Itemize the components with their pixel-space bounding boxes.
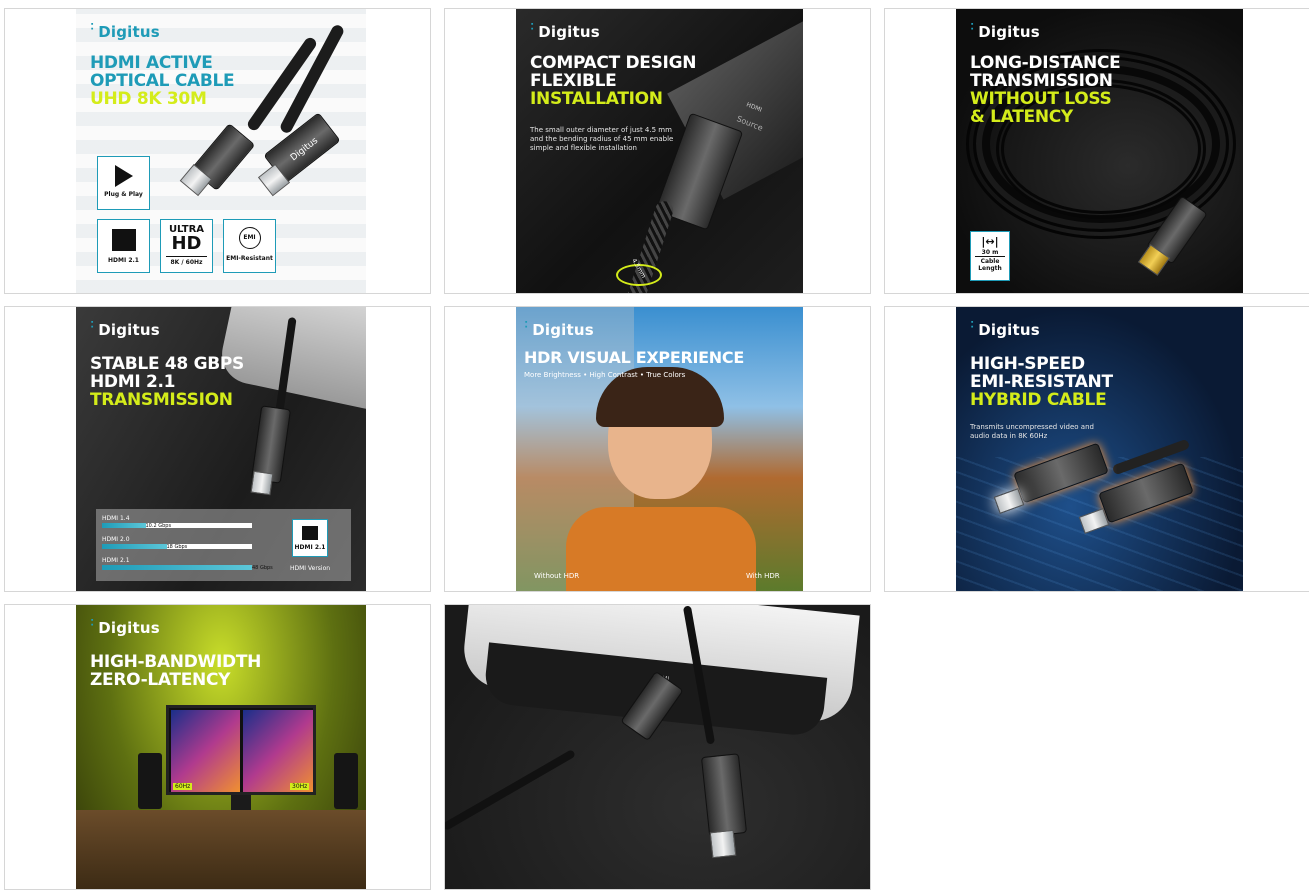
product-image-tile-6[interactable]: ⠅Digitus HIGH-SPEED EMI-RESISTANT HYBRID… bbox=[884, 306, 1309, 592]
product-image-8: HDMI bbox=[445, 605, 870, 889]
headline: HIGH-SPEED EMI-RESISTANT HYBRID CABLE bbox=[970, 354, 1113, 410]
product-image-7: 60Hz 30Hz ⠅Digitus HIGH-BANDWIDTH ZERO-L… bbox=[76, 605, 366, 889]
digitus-logo: ⠅Digitus bbox=[970, 321, 1040, 339]
hdmi-connector bbox=[700, 753, 748, 837]
product-image-tile-4[interactable]: ⠅Digitus STABLE 48 GBPS HDMI 2.1 TRANSMI… bbox=[4, 306, 431, 592]
cable-length-badge: |↔| 30 m Cable Length bbox=[970, 231, 1010, 281]
hdmi-port-icon bbox=[302, 526, 318, 540]
product-image-1: ⠅Digitus HDMI ACTIVE OPTICAL CABLE UHD 8… bbox=[76, 9, 366, 293]
speed-comparison-panel: HDMI 1.4 10.2 Gbps HDMI 2.0 18 Gbps HDMI 2.1… bbox=[96, 509, 351, 581]
speed-value-label: 48 Gbps bbox=[252, 565, 273, 571]
shield-icon: EMI bbox=[238, 227, 261, 249]
speed-bar-fill bbox=[102, 523, 146, 528]
game-screen-right bbox=[243, 710, 313, 792]
plug-and-play-badge: Plug & Play bbox=[97, 156, 150, 210]
product-image-tile-2[interactable]: HDMI Source 4.5mm ⠅Digitus COMPACT DESIG… bbox=[444, 8, 871, 294]
monitor-stand bbox=[231, 795, 251, 811]
speed-bar-track bbox=[102, 565, 252, 570]
speed-value-label: 10.2 Gbps bbox=[145, 523, 172, 529]
hdmi-21-badge: HDMI 2.1 bbox=[292, 519, 328, 557]
speed-bar-fill bbox=[102, 544, 167, 549]
digitus-logo: ⠅Digitus bbox=[90, 23, 160, 41]
digitus-logo: ⠅Digitus bbox=[90, 321, 160, 339]
digitus-logo: ⠅Digitus bbox=[530, 23, 600, 41]
product-image-4: ⠅Digitus STABLE 48 GBPS HDMI 2.1 TRANSMI… bbox=[76, 307, 366, 591]
headline: STABLE 48 GBPS HDMI 2.1 TRANSMISSION bbox=[90, 354, 244, 410]
digitus-logo: ⠅Digitus bbox=[90, 619, 160, 637]
speed-value-label: 18 Gbps bbox=[166, 544, 188, 550]
product-image-tile-1[interactable]: ⠅Digitus HDMI ACTIVE OPTICAL CABLE UHD 8… bbox=[4, 8, 431, 294]
ultra-hd-badge: ULTRA HD 8K / 60Hz bbox=[160, 219, 213, 273]
desk bbox=[76, 810, 366, 889]
product-image-6: ⠅Digitus HIGH-SPEED EMI-RESISTANT HYBRID… bbox=[956, 307, 1243, 591]
product-image-tile-5[interactable]: HDR VISUAL EXPERIENCE More Brightness • … bbox=[444, 306, 871, 592]
optical-cable bbox=[445, 749, 576, 831]
speaker-left bbox=[138, 753, 162, 809]
monitor: 60Hz 30Hz bbox=[166, 705, 316, 795]
hdmi-plug bbox=[709, 829, 737, 859]
description: Transmits uncompressed video and audio da… bbox=[970, 423, 1094, 440]
speed-bar-track bbox=[102, 523, 252, 528]
length-arrow-icon: |↔| bbox=[981, 235, 999, 248]
emi-resistant-badge: EMI EMI-Resistant bbox=[223, 219, 276, 273]
product-image-2: HDMI Source 4.5mm ⠅Digitus COMPACT DESIG… bbox=[516, 9, 803, 293]
hdmi-version-label: HDMI 2.0 bbox=[102, 536, 130, 543]
digitus-logo: ⠅Digitus bbox=[970, 23, 1040, 41]
product-image-5: HDR VISUAL EXPERIENCE More Brightness • … bbox=[516, 307, 803, 591]
headline: HDR VISUAL EXPERIENCE bbox=[524, 348, 744, 367]
headline: HIGH-BANDWIDTH ZERO-LATENCY bbox=[90, 652, 262, 690]
headline: LONG-DISTANCE TRANSMISSION WITHOUT LOSS … bbox=[970, 53, 1121, 127]
hdmi-version-label: HDMI 1.4 bbox=[102, 515, 130, 522]
product-image-3: ⠅Digitus LONG-DISTANCE TRANSMISSION WITH… bbox=[956, 9, 1243, 293]
game-screen-left bbox=[171, 710, 240, 792]
hdmi-version-label: HDMI 2.1 bbox=[102, 557, 130, 564]
digitus-logo: ⠅Digitus bbox=[524, 321, 594, 339]
hdmi-21-badge: HDMI 2.1 bbox=[97, 219, 150, 273]
play-icon bbox=[114, 165, 133, 187]
headline: HDMI ACTIVE OPTICAL CABLE UHD 8K 30M bbox=[90, 53, 235, 109]
speed-bar-fill bbox=[102, 565, 252, 570]
speaker-right bbox=[334, 753, 358, 809]
headline: COMPACT DESIGN FLEXIBLE INSTALLATION bbox=[530, 53, 697, 109]
product-image-tile-3[interactable]: ⠅Digitus LONG-DISTANCE TRANSMISSION WITH… bbox=[884, 8, 1309, 294]
description: The small outer diameter of just 4.5 mm a… bbox=[530, 126, 674, 152]
without-hdr-label: Without HDR bbox=[534, 572, 580, 580]
hdmi-plug bbox=[250, 470, 274, 496]
product-image-tile-7[interactable]: 60Hz 30Hz ⠅Digitus HIGH-BANDWIDTH ZERO-L… bbox=[4, 604, 431, 890]
product-image-tile-8[interactable]: HDMI bbox=[444, 604, 871, 890]
hdmi-port-icon bbox=[111, 229, 136, 251]
character-jacket bbox=[566, 507, 756, 591]
with-hdr-label: With HDR bbox=[746, 572, 780, 580]
subtitle: More Brightness • High Contrast • True C… bbox=[524, 371, 686, 379]
